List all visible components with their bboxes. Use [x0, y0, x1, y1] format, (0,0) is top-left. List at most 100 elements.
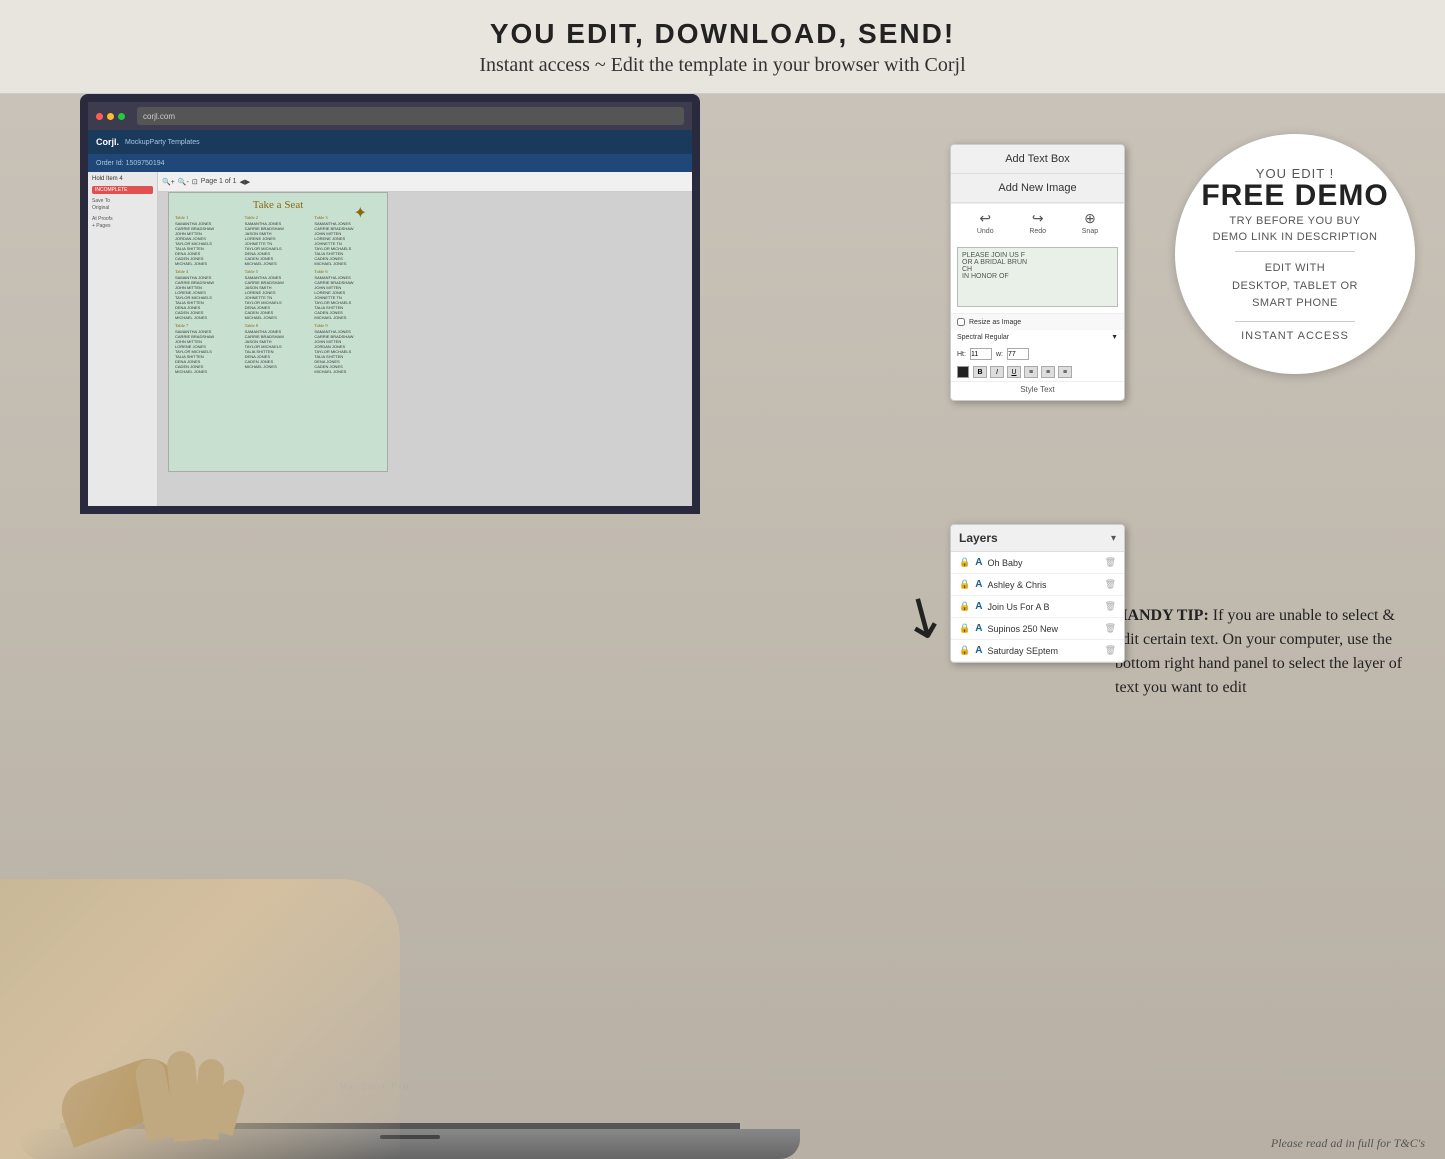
redo-icon: ↪ [1029, 210, 1046, 227]
layer-item-join-us[interactable]: 🔒 A Join Us For A B 🗑 [951, 596, 1124, 618]
italic-icon[interactable]: I [990, 366, 1004, 378]
seating-tables: Table 1 SAMANTHA JONES CARRIE BRADSHAW J… [175, 215, 381, 374]
color-swatch[interactable] [957, 366, 969, 378]
size-w-input[interactable] [1007, 348, 1029, 360]
size-inputs-row: Ht: w: [951, 345, 1124, 363]
redo-btn[interactable]: ↪ Redo [1029, 210, 1046, 235]
browser-chrome: corjl.com [88, 102, 692, 130]
demo-link-label: DEMO LINK IN DESCRIPTION [1213, 231, 1378, 243]
browser-close-dot [96, 113, 103, 120]
table-group-7: Table 7 SAMANTHA JONES CARRIE BRADSHAW J… [175, 323, 242, 374]
snap-btn[interactable]: ⊕ Snap [1082, 210, 1098, 235]
layer-item-supinos[interactable]: 🔒 A Supinos 250 New 🗑 [951, 618, 1124, 640]
restore-row: Resize as Image [951, 313, 1124, 330]
align-left-icon[interactable]: ≡ [1024, 366, 1038, 378]
table-group-3: Table 3 SAMANTHA JONES CARRIE BRADSHAW J… [314, 215, 381, 266]
font-name: Spectral Regular [957, 334, 1107, 341]
layers-panel: Layers ▾ 🔒 A Oh Baby 🗑 🔒 A Ashley & Chri… [950, 524, 1125, 663]
seating-chart-title: Take a Seat [175, 199, 381, 211]
add-new-image-btn[interactable]: Add New Image [951, 174, 1124, 203]
align-center-icon[interactable]: ≡ [1041, 366, 1055, 378]
text-preview-content: PLEASE JOIN US F OR A BRIDAL BRUN CH IN … [962, 252, 1113, 280]
size-w-label: w: [996, 351, 1003, 358]
free-demo-circle: YOU EDIT ! FREE DEMO TRY BEFORE YOU BUY … [1175, 134, 1415, 374]
demo-edit-with-label: EDIT WITH DESKTOP, TABLET OR SMART PHONE [1232, 260, 1358, 313]
panel-tools-row: ↩ Undo ↪ Redo ⊕ Snap [951, 203, 1124, 241]
footer-note: Please read ad in full for T&C's [1271, 1136, 1425, 1151]
layers-chevron-icon[interactable]: ▾ [1111, 533, 1116, 544]
layer-text-icon-3: A [975, 601, 982, 612]
editor-canvas-area: 🔍+ 🔍- ⊡ Page 1 of 1 ◀▶ Take a Seat ✦ [158, 172, 692, 506]
color-row: B I U ≡ ≡ ≡ [951, 363, 1124, 381]
corjl-header: Corjl. MockupParty Templates [88, 130, 692, 154]
undo-icon: ↩ [977, 210, 994, 227]
browser-max-dot [118, 113, 125, 120]
layer-item-saturday[interactable]: 🔒 A Saturday SEptem 🗑 [951, 640, 1124, 662]
snap-icon: ⊕ [1082, 210, 1098, 227]
main-title: YOU EDIT, DOWNLOAD, SEND! [0, 18, 1445, 50]
browser-min-dot [107, 113, 114, 120]
restore-checkbox[interactable] [957, 318, 965, 326]
text-preview-area[interactable]: PLEASE JOIN US F OR A BRIDAL BRUN CH IN … [957, 247, 1118, 307]
demo-divider-2 [1235, 321, 1355, 322]
layer-item-ashley-chris[interactable]: 🔒 A Ashley & Chris 🗑 [951, 574, 1124, 596]
layer-delete-supinos[interactable]: 🗑 [1105, 623, 1116, 634]
layer-delete-ashley-chris[interactable]: 🗑 [1105, 579, 1116, 590]
table-group-9: Table 9 SAMANTHA JONES CARRIE BRADSHAW J… [314, 323, 381, 374]
layer-delete-oh-baby[interactable]: 🗑 [1105, 557, 1116, 568]
fit-btn[interactable]: ⊡ [192, 178, 198, 186]
corjl-side-panel: Add Text Box Add New Image ↩ Undo ↪ Redo… [950, 144, 1125, 401]
undo-btn[interactable]: ↩ Undo [977, 210, 994, 235]
demo-divider-1 [1235, 251, 1355, 252]
order-info: Hold Item 4 [92, 176, 153, 182]
restore-label: Resize as Image [969, 319, 1021, 326]
corjl-editor: Corjl. MockupParty Templates Order Id: 1… [88, 130, 692, 506]
demo-try-before-label: TRY BEFORE YOU BUY [1229, 215, 1360, 227]
font-style-icons: B I U ≡ ≡ ≡ [973, 366, 1072, 378]
zoom-out-btn[interactable]: 🔍- [178, 178, 189, 186]
corjl-nav: Order Id: 1509750194 [88, 154, 692, 172]
layer-text-icon-4: A [975, 623, 982, 634]
laptop-screen: corjl.com Corjl. MockupParty Templates O… [80, 94, 700, 514]
layer-delete-saturday[interactable]: 🗑 [1105, 645, 1116, 656]
table-group-1: Table 1 SAMANTHA JONES CARRIE BRADSHAW J… [175, 215, 242, 266]
layer-lock-icon-3: 🔒 [959, 601, 970, 612]
corjl-order: Order Id: 1509750194 [96, 160, 165, 167]
table-group-8: Table 8 SAMANTHA JONES CARRIE BRADSHAW J… [245, 323, 312, 374]
underline-icon[interactable]: U [1007, 366, 1021, 378]
zoom-in-btn[interactable]: 🔍+ [162, 178, 175, 186]
layer-name-join-us: Join Us For A B [987, 602, 1099, 612]
handy-tip-box: HANDY TIP: If you are unable to select &… [1115, 604, 1415, 700]
browser-url: corjl.com [143, 112, 175, 121]
add-text-box-btn[interactable]: Add Text Box [951, 145, 1124, 174]
corjl-logo: Corjl. [96, 137, 119, 147]
editor-main: Hold Item 4 INCOMPLETE Save ToOriginal A… [88, 172, 692, 506]
size-h-input[interactable] [970, 348, 992, 360]
font-arrow: ▼ [1111, 334, 1118, 341]
style-text-label: Style Text [1020, 385, 1055, 394]
canvas-toolbar: 🔍+ 🔍- ⊡ Page 1 of 1 ◀▶ [158, 172, 692, 192]
layer-lock-icon-4: 🔒 [959, 623, 970, 634]
layer-text-icon-2: A [975, 579, 982, 590]
editor-sidebar: Hold Item 4 INCOMPLETE Save ToOriginal A… [88, 172, 158, 506]
demo-free-demo-label: FREE DEMO [1201, 181, 1388, 211]
bold-icon[interactable]: B [973, 366, 987, 378]
top-banner: YOU EDIT, DOWNLOAD, SEND! Instant access… [0, 0, 1445, 94]
arrows-btn[interactable]: ◀▶ [240, 178, 251, 186]
sub-title: Instant access ~ Edit the template in yo… [0, 54, 1445, 77]
status-badge: INCOMPLETE [92, 186, 153, 194]
layer-delete-join-us[interactable]: 🗑 [1105, 601, 1116, 612]
table-group-4: Table 4 SAMANTHA JONES CARRIE BRADSHAW J… [175, 269, 242, 320]
align-right-icon[interactable]: ≡ [1058, 366, 1072, 378]
main-content: corjl.com Corjl. MockupParty Templates O… [0, 94, 1445, 1159]
layer-name-saturday: Saturday SEptem [987, 646, 1099, 656]
layers-panel-header: Layers ▾ [951, 525, 1124, 552]
sidebar-actions: Save ToOriginal At Proofs+ Pages [92, 198, 153, 230]
layer-name-oh-baby: Oh Baby [987, 558, 1099, 568]
browser-address-bar: corjl.com [137, 107, 684, 125]
demo-instant-label: INSTANT ACCESS [1241, 330, 1349, 342]
laptop-area: corjl.com Corjl. MockupParty Templates O… [0, 94, 780, 1159]
screen-inner: corjl.com Corjl. MockupParty Templates O… [88, 102, 692, 506]
layer-item-oh-baby[interactable]: 🔒 A Oh Baby 🗑 [951, 552, 1124, 574]
size-h-label: Ht: [957, 351, 966, 358]
